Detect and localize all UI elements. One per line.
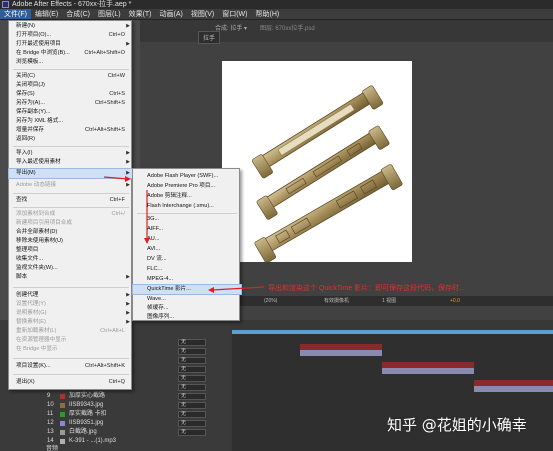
annotation-arrows	[103, 176, 265, 293]
red-arrow-to-quicktime	[211, 286, 265, 291]
red-arrowhead	[125, 176, 131, 182]
annotation-text: 导出和渲染这个 QuickTime 影片：即可保存这段代码，保存时...	[268, 285, 465, 292]
red-arrowhead	[144, 238, 150, 244]
red-arrow-to-export	[103, 176, 129, 180]
watermark-text: 知乎 @花姐的小确幸	[387, 416, 527, 434]
red-arrowhead	[208, 287, 214, 293]
